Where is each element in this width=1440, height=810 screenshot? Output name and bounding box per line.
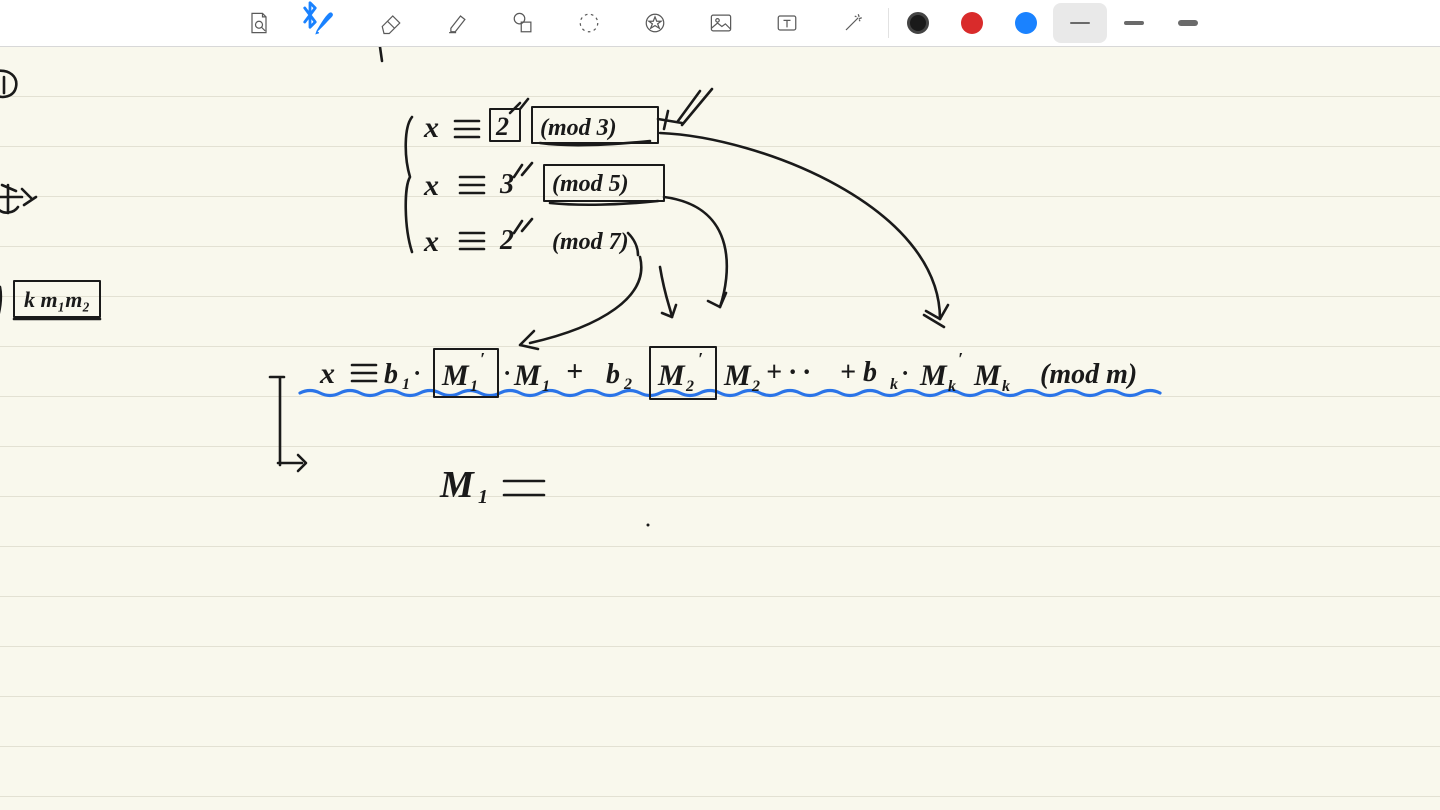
- svg-text:1: 1: [402, 376, 410, 393]
- stamp-tool[interactable]: [622, 3, 688, 43]
- note-canvas[interactable]: k m₁m₂ x 2 (mod 3) x 3 (mod 5): [0, 47, 1440, 810]
- medium-line-icon: [1124, 21, 1144, 25]
- color-red[interactable]: [945, 3, 999, 43]
- tool-group-drawing: [226, 3, 886, 43]
- svg-text:2: 2: [495, 112, 509, 141]
- margin-symbol: [0, 71, 16, 97]
- find-tool[interactable]: [226, 3, 292, 43]
- svg-text:x: x: [423, 169, 439, 202]
- image-icon: [707, 9, 735, 37]
- svg-text:+: +: [566, 355, 583, 388]
- svg-text:(mod 5): (mod 5): [552, 171, 629, 197]
- stroke-thin[interactable]: [1053, 3, 1107, 43]
- text-icon: [773, 9, 801, 37]
- svg-text:2: 2: [499, 225, 514, 256]
- svg-text:M: M: [657, 359, 686, 392]
- svg-text:M: M: [439, 464, 475, 506]
- svg-text:3: 3: [499, 169, 514, 200]
- svg-text:k: k: [948, 378, 956, 395]
- crt-formula: x b 1 · M 1 ′ · M 1 + b 2 M 2 ′ M 2 + · …: [319, 347, 1137, 399]
- svg-text:′: ′: [958, 349, 963, 369]
- svg-text:(mod 3): (mod 3): [540, 115, 617, 141]
- black-swatch-icon: [907, 12, 929, 34]
- m1-equals: M 1: [439, 464, 650, 527]
- image-tool[interactable]: [688, 3, 754, 43]
- svg-text:k: k: [890, 376, 898, 393]
- shapes-icon: [509, 9, 537, 37]
- svg-text:k: k: [1002, 378, 1010, 395]
- handwriting-layer: k m₁m₂ x 2 (mod 3) x 3 (mod 5): [0, 47, 1440, 810]
- congruence-1: x 2 (mod 3): [423, 99, 658, 145]
- svg-text:M: M: [723, 359, 752, 392]
- blue-swatch-icon: [1015, 12, 1037, 34]
- shapes-tool[interactable]: [490, 3, 556, 43]
- thin-line-icon: [1070, 22, 1090, 24]
- svg-text:M: M: [919, 359, 948, 392]
- svg-text:b: b: [606, 359, 620, 390]
- lasso-icon: [575, 9, 603, 37]
- color-black[interactable]: [891, 3, 945, 43]
- svg-text:′: ′: [698, 349, 703, 369]
- svg-text:x: x: [423, 111, 439, 144]
- svg-text:1: 1: [470, 378, 478, 395]
- svg-text:·: ·: [902, 361, 908, 387]
- svg-text:M: M: [513, 359, 542, 392]
- stroke-group: [1053, 3, 1215, 43]
- bracket-down: [270, 377, 284, 465]
- svg-text:1: 1: [478, 486, 488, 508]
- thick-line-icon: [1178, 20, 1198, 26]
- wand-tool[interactable]: [820, 3, 886, 43]
- svg-text:2: 2: [751, 378, 760, 395]
- svg-text:1: 1: [542, 378, 550, 395]
- svg-text:b: b: [384, 359, 398, 390]
- svg-text:M: M: [973, 359, 1002, 392]
- svg-text:(mod 7): (mod 7): [552, 229, 629, 255]
- find-on-page-icon: [245, 9, 273, 37]
- svg-text:x: x: [423, 225, 439, 258]
- stroke-medium[interactable]: [1107, 3, 1161, 43]
- toolbar-separator: [888, 8, 889, 38]
- color-blue[interactable]: [999, 3, 1053, 43]
- svg-text:2: 2: [685, 378, 694, 395]
- svg-text:·: ·: [414, 361, 420, 387]
- wand-icon: [839, 9, 867, 37]
- stroke-thick[interactable]: [1161, 3, 1215, 43]
- system-brace: [406, 117, 412, 252]
- margin-cn-text: [0, 185, 36, 213]
- lasso-tool[interactable]: [556, 3, 622, 43]
- svg-text:(mod m): (mod m): [1040, 359, 1137, 390]
- bluetooth-icon: [296, 1, 324, 32]
- svg-text:+ b: + b: [840, 357, 877, 388]
- highlighter-icon: [443, 9, 471, 37]
- svg-text:x: x: [319, 357, 335, 390]
- toolbar: [0, 0, 1440, 47]
- text-tool[interactable]: [754, 3, 820, 43]
- svg-text:M: M: [441, 359, 470, 392]
- eraser-icon: [377, 9, 405, 37]
- side-box-text: k m₁m₂: [24, 287, 90, 312]
- congruence-2: x 3 (mod 5): [423, 163, 664, 205]
- svg-text:·: ·: [504, 361, 510, 387]
- stamp-icon: [641, 9, 669, 37]
- svg-text:2: 2: [623, 376, 632, 393]
- svg-text:′: ′: [480, 349, 485, 369]
- color-group: [891, 3, 1053, 43]
- highlighter-tool[interactable]: [424, 3, 490, 43]
- red-swatch-icon: [961, 12, 983, 34]
- svg-text:+ · ·: + · ·: [766, 357, 810, 388]
- pen-tool[interactable]: [292, 3, 358, 43]
- eraser-tool[interactable]: [358, 3, 424, 43]
- side-box: k m₁m₂: [0, 281, 100, 319]
- congruence-3: x 2 (mod 7): [423, 219, 638, 258]
